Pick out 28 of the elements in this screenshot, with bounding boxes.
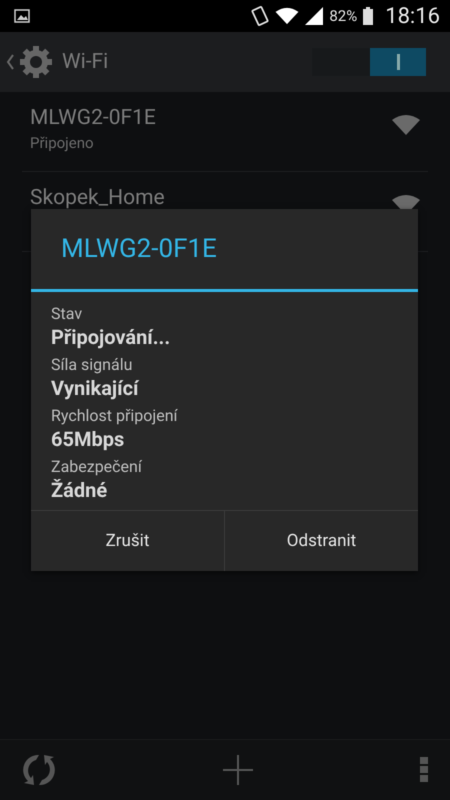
field-label: Zabezpečení: [51, 457, 144, 476]
vibrate-icon: [251, 6, 270, 26]
field-value: Připojování...: [51, 325, 172, 349]
field-label: Stav: [51, 304, 84, 323]
field-value: 65Mbps: [51, 427, 126, 451]
battery-icon: [363, 7, 374, 25]
network-name[interactable]: Skopek_Home: [30, 186, 392, 210]
add-icon[interactable]: [223, 755, 253, 785]
field-label: Síla signálu: [51, 355, 134, 374]
dialog-button[interactable]: Odstranit: [224, 511, 418, 571]
field-value: Žádné: [51, 478, 108, 502]
signal-icon: [305, 7, 324, 25]
dialog-title: MLWG2-0F1E: [31, 209, 418, 292]
field-label: Rychlost připojení: [51, 406, 179, 425]
back-icon[interactable]: [6, 54, 14, 70]
dialog-button[interactable]: Zrušit: [31, 511, 224, 571]
refresh-icon[interactable]: [22, 753, 56, 787]
clock: 18:16: [385, 4, 440, 28]
overflow-menu-icon[interactable]: [420, 757, 428, 783]
screen-title: Wi-Fi: [62, 50, 108, 74]
field-value: Vynikající: [51, 376, 140, 400]
wifi-switch[interactable]: [312, 48, 426, 76]
image-icon: [14, 9, 30, 23]
battery-percent: 82%: [329, 7, 358, 25]
network-status: Připojeno: [30, 134, 95, 152]
gear-icon[interactable]: [18, 44, 54, 80]
network-name[interactable]: MLWG2-0F1E: [30, 106, 392, 130]
wifi-icon: [275, 7, 300, 25]
